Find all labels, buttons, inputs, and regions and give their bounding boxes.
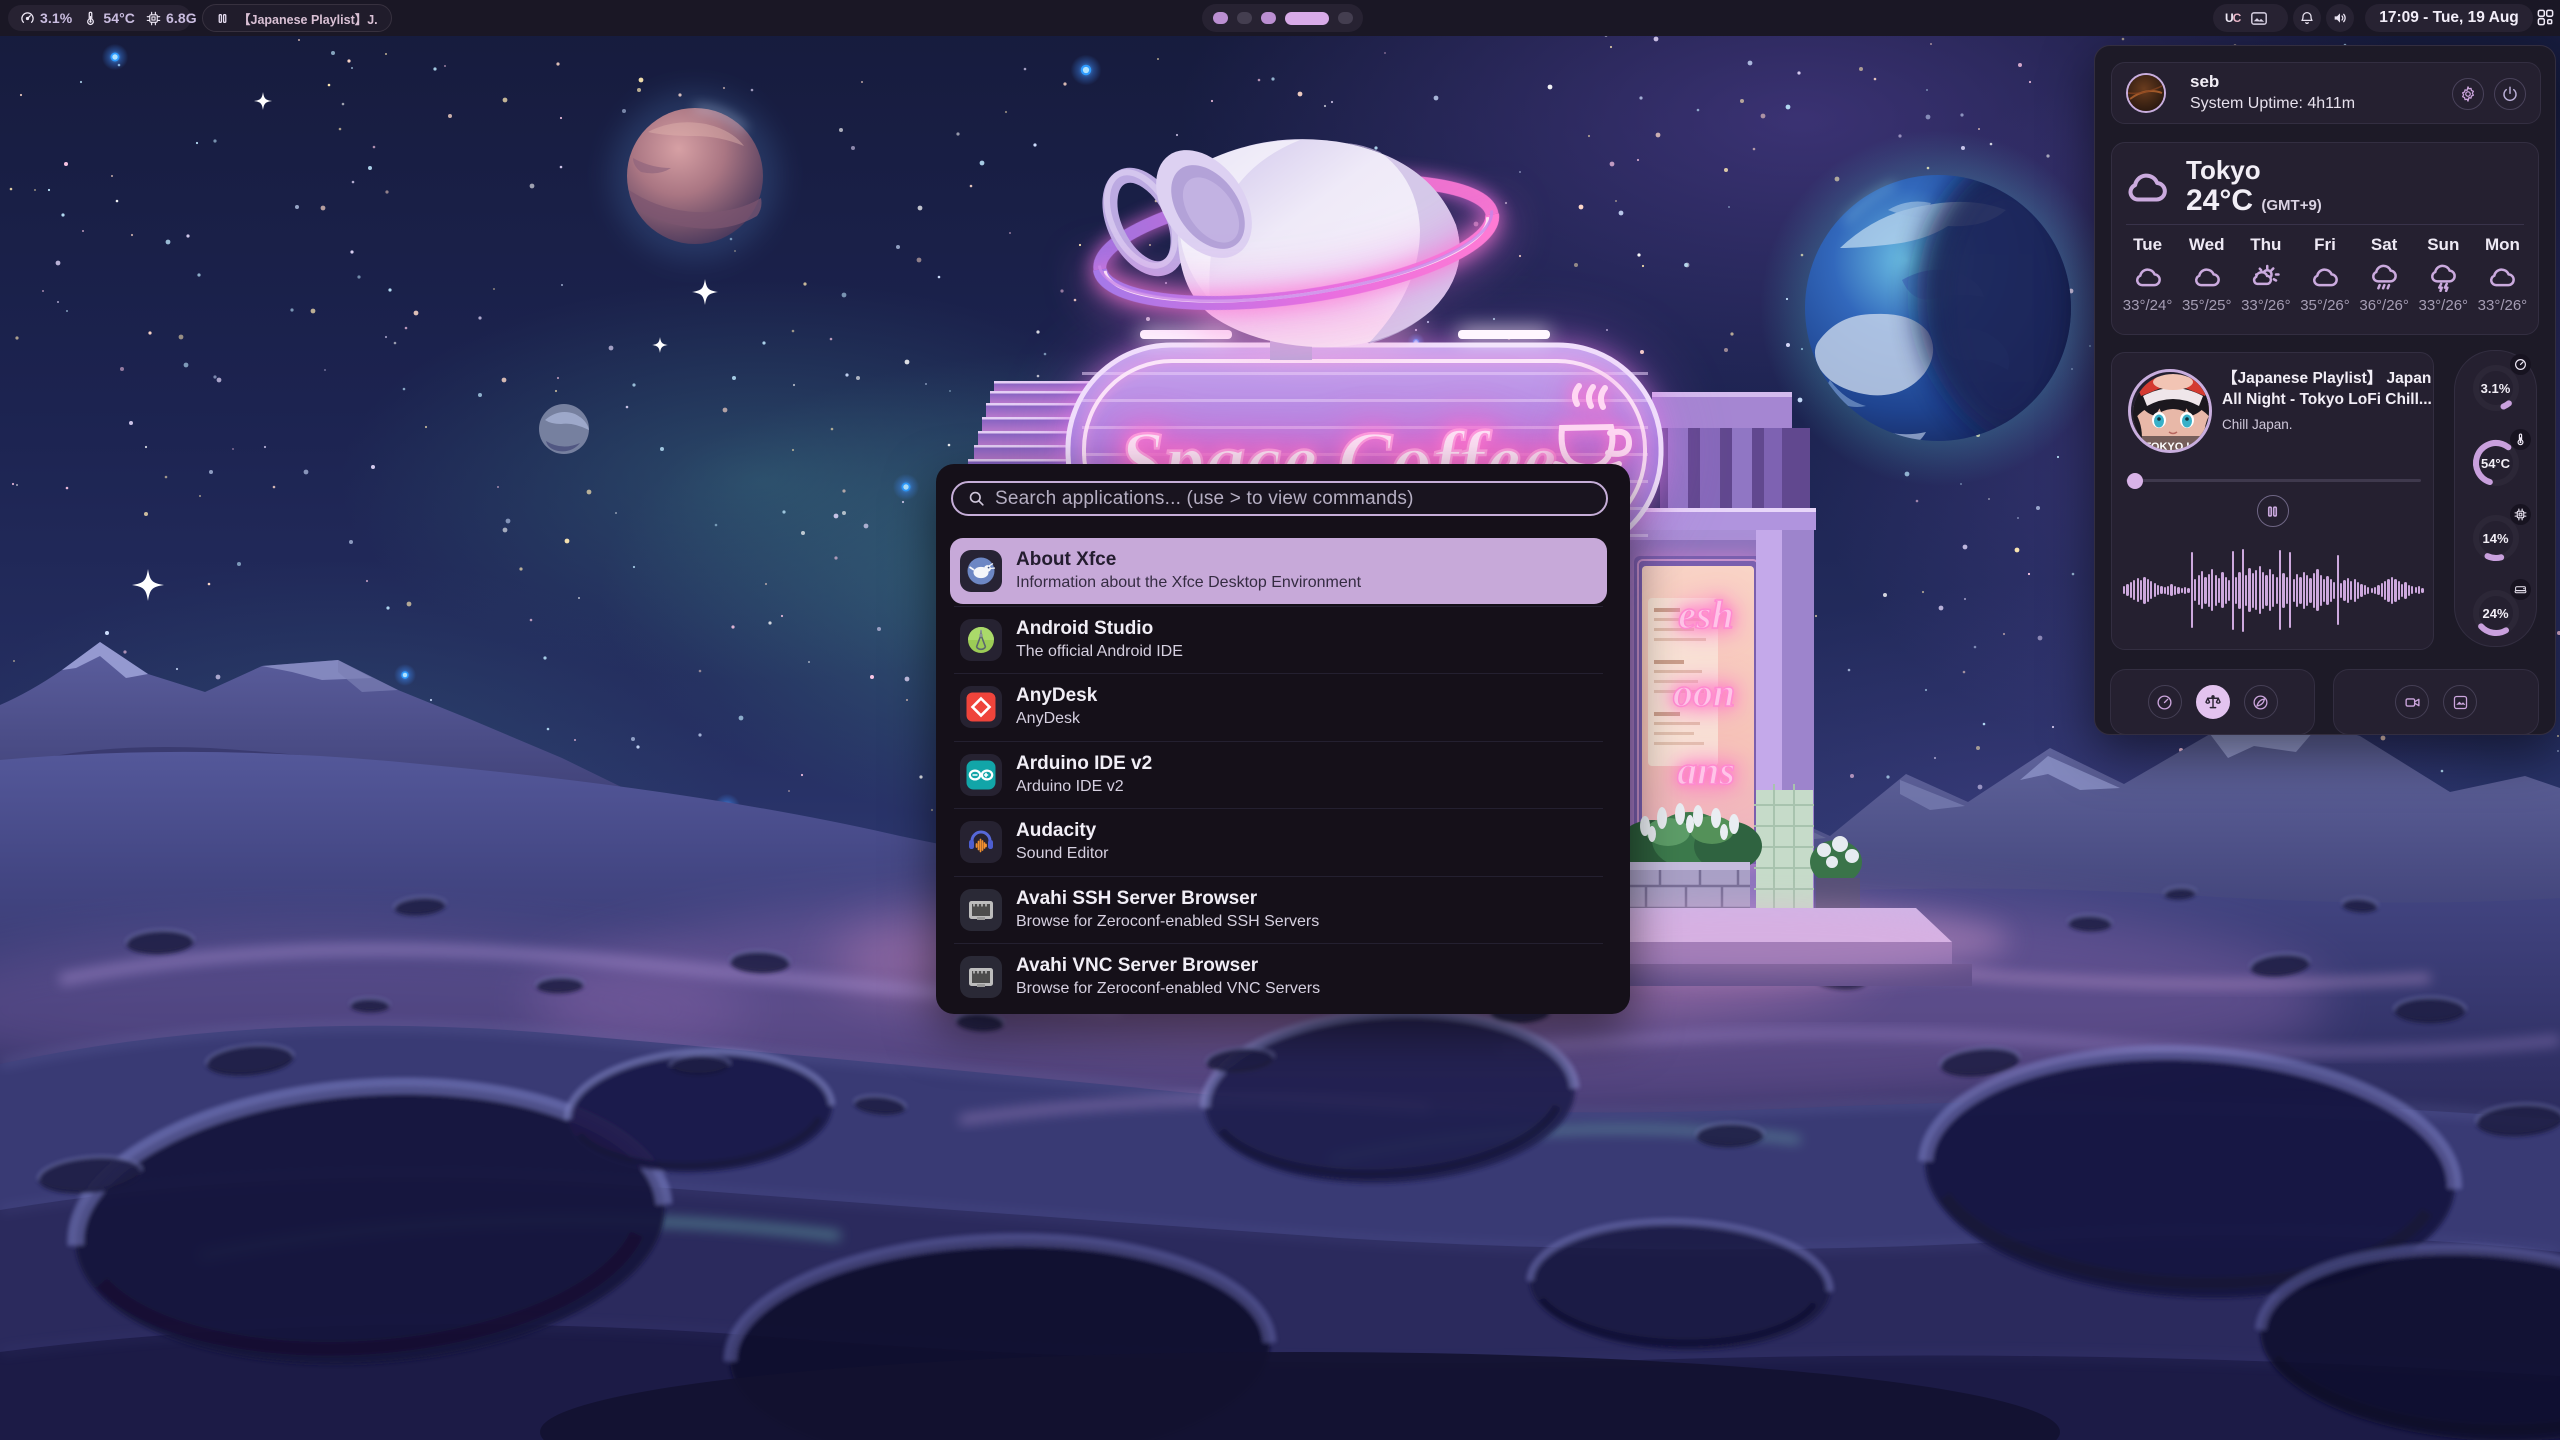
svg-text:TOKYO LO: TOKYO LO: [2144, 441, 2202, 453]
svg-text:esh: esh: [1678, 592, 1734, 637]
svg-text:oon: oon: [1673, 670, 1735, 715]
svg-text:ans: ans: [1677, 748, 1735, 793]
